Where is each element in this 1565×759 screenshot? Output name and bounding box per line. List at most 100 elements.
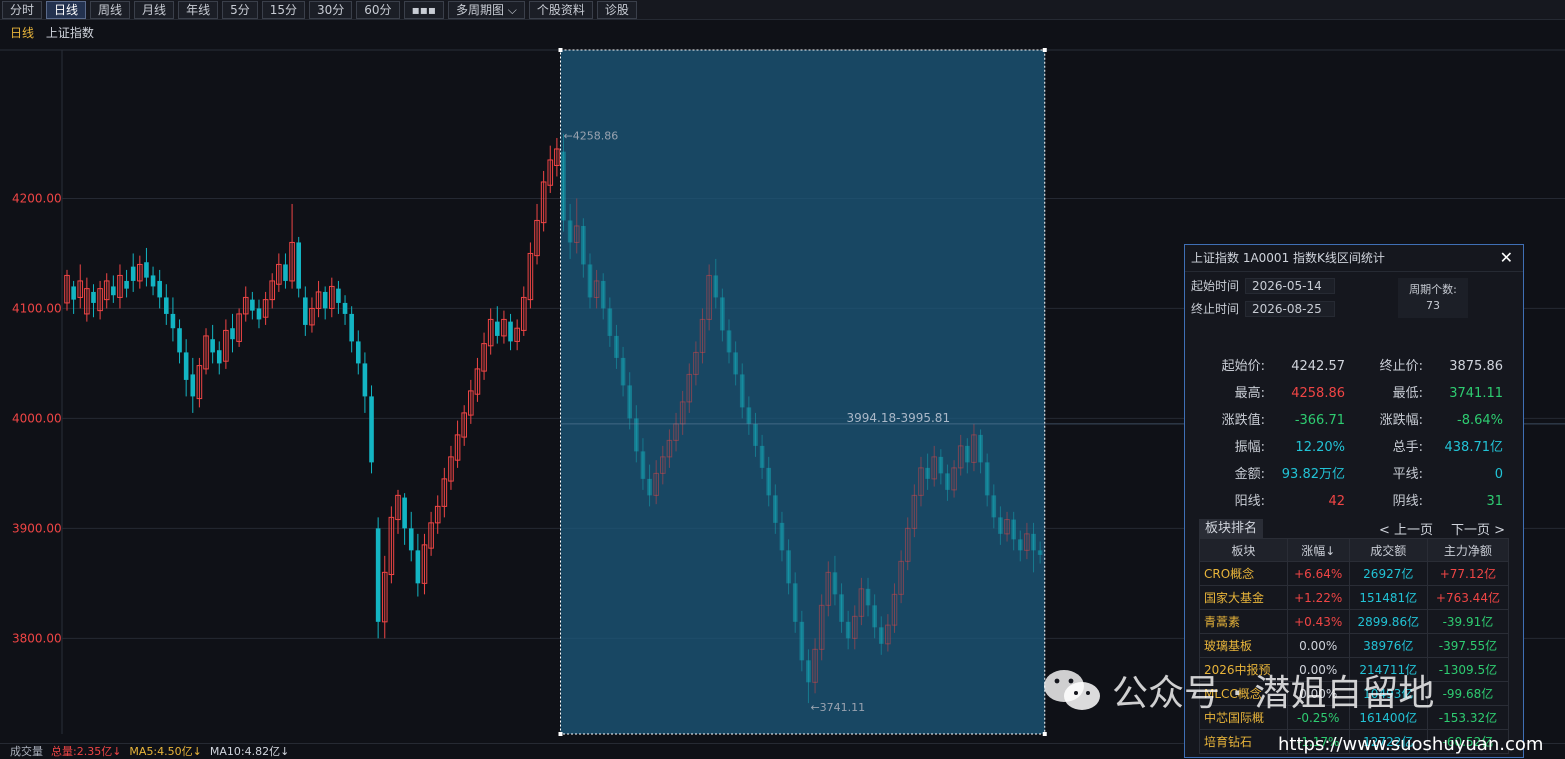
period-button[interactable]: 个股资料 (528, 0, 593, 19)
selection-handle (558, 732, 563, 736)
table-row[interactable]: 玻璃基板 0.00% 38976亿 -397.55亿 (1199, 633, 1510, 658)
period-button[interactable]: ▪▪▪ (403, 0, 444, 19)
candle-body (183, 352, 189, 380)
stat-start-price: 起始价: 4242.57 (1205, 355, 1345, 374)
volume-ma5: MA5:4.50亿↓ (129, 745, 202, 758)
volume-total: 总量:2.35亿↓ (51, 745, 122, 758)
period-button[interactable]: 60分 (356, 0, 400, 19)
candle-body (720, 297, 725, 331)
table-cell: +77.12亿 (1426, 561, 1510, 586)
stat-low: 最低: 3741.11 (1363, 382, 1503, 401)
stat-up-candles: 阳线: 42 (1205, 490, 1345, 509)
stat-value: 438.71亿 (1444, 440, 1504, 455)
period-button[interactable]: 30分 (309, 0, 353, 19)
candle-body (336, 288, 341, 303)
candle-body (561, 151, 566, 221)
table-row[interactable]: 青蒿素 +0.43% 2899.86亿 -39.91亿 (1199, 609, 1510, 634)
stat-total-hands: 总手: 438.71亿 (1363, 436, 1503, 455)
table-cell: CRO概念 (1199, 561, 1288, 586)
candle-body (362, 363, 368, 397)
candle-body (230, 328, 235, 340)
candle-body (508, 321, 513, 342)
stat-value: 42 (1328, 494, 1345, 509)
stat-amount: 金额: 93.82万亿 (1205, 463, 1345, 482)
candle-body (157, 280, 162, 298)
candle-body (375, 528, 381, 622)
end-time-row: 终止时间 2026-08-25 (1191, 300, 1336, 317)
stat-amplitude: 振幅: 12.20% (1205, 436, 1345, 455)
y-tick-label: 4100.00 (12, 301, 62, 315)
table-cell: 青蒿素 (1199, 609, 1288, 634)
period-button[interactable]: 日线 (46, 0, 87, 19)
table-cell: 玻璃基板 (1199, 633, 1288, 658)
start-time-field[interactable]: 2026-05-14 (1245, 278, 1336, 294)
table-cell: 0.00% (1286, 633, 1350, 658)
candle-body (170, 313, 176, 329)
stat-key: 阴线: (1392, 494, 1423, 509)
cycle-count-box: 周期个数: 73 (1398, 278, 1468, 318)
end-time-field[interactable]: 2026-08-25 (1245, 301, 1336, 317)
candle-body (250, 299, 255, 311)
candle-body (567, 220, 573, 243)
end-time-label: 终止时间 (1191, 302, 1240, 316)
column-header[interactable]: 板块 (1199, 538, 1288, 562)
candle-body (256, 308, 262, 320)
candle-body (1017, 539, 1023, 551)
table-row[interactable]: 国家大基金 +1.22% 151481亿 +763.44亿 (1199, 585, 1510, 610)
close-icon[interactable]: ✕ (1500, 245, 1513, 271)
candle-body (216, 350, 222, 364)
table-cell: 151481亿 (1348, 585, 1428, 610)
period-button[interactable]: 诊股 (596, 0, 637, 19)
table-cell: -99.68亿 (1426, 681, 1510, 706)
candle-body (415, 550, 421, 584)
stat-change: 涨跌值: -366.71 (1205, 409, 1345, 428)
table-cell: 2899.86亿 (1348, 609, 1428, 634)
column-header[interactable]: 主力净额 (1426, 538, 1510, 562)
candle-body (342, 302, 348, 314)
candle-body (991, 495, 997, 518)
column-header[interactable]: 涨幅↓ (1286, 538, 1350, 562)
stat-high: 最高: 4258.86 (1205, 382, 1345, 401)
candle-body (938, 456, 944, 474)
y-tick-label: 3900.00 (12, 521, 62, 535)
selection-handle (1042, 48, 1047, 52)
candle-body (614, 335, 619, 358)
cycle-count-label: 周期个数: (1409, 283, 1457, 296)
volume-label: 成交量 (10, 745, 43, 758)
candle-body (130, 266, 136, 281)
period-button[interactable]: 分时 (2, 0, 43, 19)
period-button[interactable]: 15分 (261, 0, 305, 19)
candle-body (111, 286, 116, 296)
candle-body (144, 262, 149, 278)
candle-body (164, 297, 169, 314)
y-tick-label: 3800.00 (12, 631, 62, 645)
watermark-text: 公众号 · 潜姐自留地 (1112, 673, 1435, 714)
stat-value: 0 (1494, 467, 1503, 482)
stat-value: 31 (1486, 494, 1503, 509)
panel-header: 上证指数 1A0001 指数K线区间统计 ✕ (1185, 245, 1523, 272)
candle-body (150, 275, 156, 287)
stat-key: 振幅: (1234, 440, 1265, 455)
stat-value: 3741.11 (1449, 386, 1503, 401)
table-cell: -153.32亿 (1426, 705, 1510, 730)
period-button[interactable]: 周线 (90, 0, 131, 19)
candle-body (402, 497, 407, 529)
candle-body (965, 445, 970, 463)
candle-body (945, 473, 950, 490)
stat-value: 3875.86 (1449, 359, 1503, 374)
period-button[interactable]: 月线 (134, 0, 175, 19)
stat-value: -8.64% (1457, 413, 1503, 428)
next-page-button[interactable]: 下一页 > (1451, 519, 1505, 538)
period-button[interactable]: 年线 (178, 0, 219, 19)
period-button[interactable]: 5分 (222, 0, 258, 19)
column-header[interactable]: 成交额 (1348, 538, 1428, 562)
candle-body (607, 308, 613, 336)
table-cell: +763.44亿 (1426, 585, 1510, 610)
candle-body (1011, 519, 1016, 540)
period-button[interactable]: 多周期图 ⌵ (447, 0, 525, 19)
candle-body (998, 517, 1003, 534)
start-time-row: 起始时间 2026-05-14 (1191, 277, 1336, 294)
table-row[interactable]: CRO概念 +6.64% 26927亿 +77.12亿 (1199, 561, 1510, 586)
prev-page-button[interactable]: < 上一页 (1379, 519, 1433, 538)
start-time-label: 起始时间 (1191, 279, 1240, 293)
